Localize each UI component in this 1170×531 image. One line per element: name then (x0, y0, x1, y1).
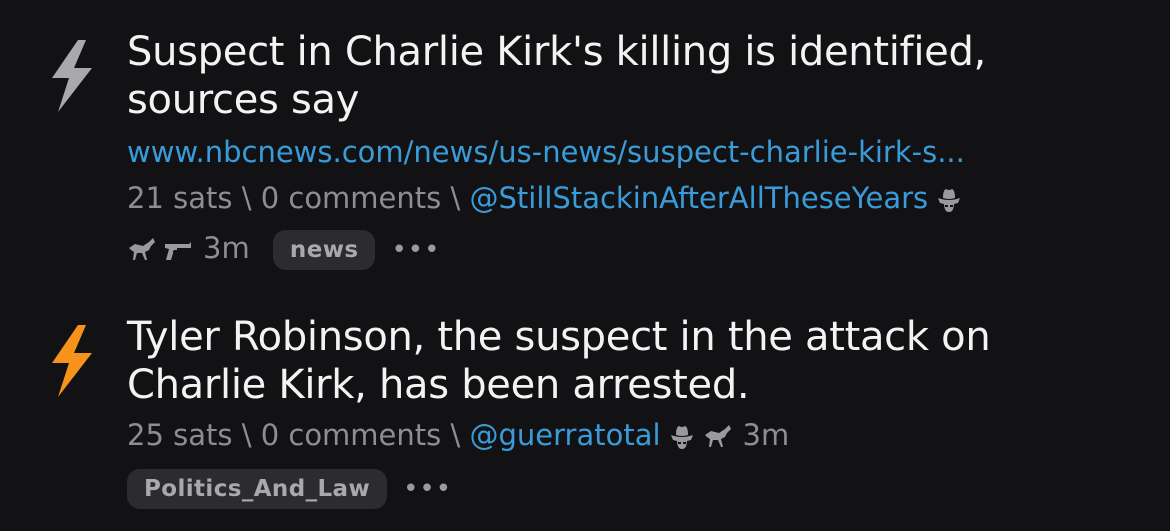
post-title[interactable]: Suspect in Charlie Kirk's killing is ide… (127, 28, 1127, 124)
meta-separator: \ (441, 181, 470, 215)
meta-separator: \ (232, 418, 261, 452)
sats-count[interactable]: 25 sats (127, 418, 232, 452)
author-link[interactable]: @guerratotal (469, 418, 660, 452)
upvote-bolt-icon[interactable] (48, 323, 96, 399)
post-title[interactable]: Tyler Robinson, the suspect in the attac… (127, 313, 1127, 409)
cowboy-hat-icon (934, 186, 964, 214)
gun-icon (163, 236, 193, 264)
more-options-icon[interactable]: ••• (391, 230, 440, 270)
horse-icon (703, 423, 733, 451)
post-time: 3m (742, 418, 790, 452)
comments-link[interactable]: 0 comments (261, 181, 442, 215)
cowboy-hat-icon (667, 423, 697, 451)
post-meta: 25 sats \ 0 comments \ @guerratotal 3m (127, 411, 1127, 459)
tag-politics-and-law[interactable]: Politics_And_Law (127, 469, 388, 509)
post-meta-row: 3m news ••• (127, 224, 1127, 272)
more-options-icon[interactable]: ••• (403, 469, 452, 509)
comments-link[interactable]: 0 comments (261, 418, 442, 452)
post-meta-row: Politics_And_Law ••• (127, 463, 1127, 511)
meta-separator: \ (441, 418, 470, 452)
upvote-bolt-icon[interactable] (48, 38, 96, 114)
meta-separator: \ (232, 181, 261, 215)
tag-news[interactable]: news (272, 230, 376, 270)
post-meta: 21 sats \ 0 comments \ @StillStackinAfte… (127, 174, 1127, 222)
post-time: 3m (203, 231, 250, 265)
author-link[interactable]: @StillStackinAfterAllTheseYears (469, 181, 928, 215)
horse-icon (127, 236, 157, 264)
post-link[interactable]: www.nbcnews.com/news/us-news/suspect-cha… (127, 134, 1122, 170)
sats-count[interactable]: 21 sats (127, 181, 232, 215)
